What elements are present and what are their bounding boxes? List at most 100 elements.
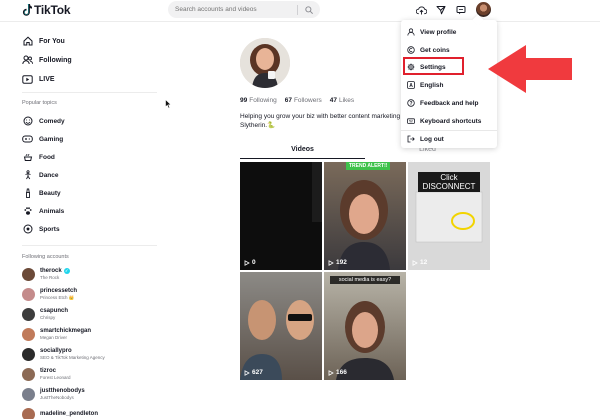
account-name: tizroc <box>40 368 57 374</box>
profile-stats: 99 Following 67 Followers 47 Likes <box>240 97 354 104</box>
avatar <box>22 287 35 301</box>
video-thumbnail-sidebar <box>312 162 322 222</box>
settings-highlight-box <box>403 57 464 75</box>
topic-beauty[interactable]: Beauty <box>22 187 61 199</box>
profile-avatar[interactable] <box>240 38 290 88</box>
video-thumbnail <box>336 301 394 380</box>
topic-label: Beauty <box>39 189 61 197</box>
video-views: 166 <box>328 369 347 376</box>
menu-item-label: English <box>420 81 444 89</box>
menu-item-language[interactable]: A English <box>407 79 443 91</box>
topic-animals[interactable]: Animals <box>22 205 64 217</box>
video-views: 0 <box>244 259 256 266</box>
view-count: 627 <box>252 369 263 376</box>
account-item-csapunch[interactable]: csapunch Chrispy <box>22 306 68 322</box>
profile-dropdown-menu: View profile Get coins Settings A Englis… <box>401 14 497 148</box>
account-name-row: therock ✓ <box>40 268 70 274</box>
followers-stat[interactable]: 67 Followers <box>285 97 322 104</box>
likes-count: 47 <box>329 97 337 104</box>
account-item-therock[interactable]: therock ✓ The Rock <box>22 266 70 282</box>
video-overlay-text: TREND ALERT!! <box>346 162 391 170</box>
likes-stat: 47 Likes <box>330 97 354 104</box>
video-thumbnail <box>338 180 390 270</box>
account-item-princessetch[interactable]: princessetch Princess Etch 👑 <box>22 286 77 302</box>
search-button[interactable] <box>298 1 320 18</box>
video-overlay-text: social media is easy? <box>330 276 400 284</box>
topic-food[interactable]: Food <box>22 151 55 163</box>
account-item-tizroc[interactable]: tizroc Forest Leonard <box>22 366 71 382</box>
svg-text:A: A <box>409 83 413 89</box>
account-item-justthenobodys[interactable]: justthenobodys JustTheNobodys <box>22 386 85 402</box>
search-input[interactable] <box>168 6 297 13</box>
bio-line: Slytherin.🐍 <box>240 122 276 129</box>
video-overlay-text: Click DISCONNECT <box>418 172 480 192</box>
video-views: 12 <box>412 259 427 266</box>
account-subtitle: Megan Driver <box>40 335 68 340</box>
menu-item-label: View profile <box>420 28 457 36</box>
menu-item-view-profile[interactable]: View profile <box>407 26 456 38</box>
nav-following[interactable]: Following <box>22 53 72 67</box>
account-name: princessetch <box>40 287 78 294</box>
following-stat[interactable]: 99 Following <box>240 97 277 104</box>
video-tile[interactable]: 0 <box>240 162 322 270</box>
following-count: 99 <box>240 97 248 104</box>
account-item-smartchickmegan[interactable]: smartchickmegan Megan Driver <box>22 326 91 342</box>
topic-comedy[interactable]: Comedy <box>22 115 65 127</box>
tab-videos[interactable]: Videos <box>240 146 365 153</box>
animals-icon <box>22 206 33 217</box>
following-label: Following <box>249 97 277 104</box>
video-tile[interactable]: social media is easy? 166 <box>324 272 406 380</box>
view-count: 166 <box>336 369 347 376</box>
topic-label: Gaming <box>39 135 64 143</box>
inbox-send-button[interactable] <box>434 3 448 17</box>
following-accounts-label: Following accounts <box>22 254 69 260</box>
search-icon <box>305 5 313 14</box>
account-name: smartchickmegan <box>40 328 92 334</box>
topic-dance[interactable]: Dance <box>22 169 59 181</box>
menu-item-keyboard-shortcuts[interactable]: Keyboard shortcuts <box>407 115 481 127</box>
play-icon <box>328 259 334 266</box>
food-icon <box>22 152 33 163</box>
play-icon <box>328 369 334 376</box>
dance-icon <box>22 170 33 181</box>
account-item-sociallypro[interactable]: sociallypro SEO & TikTok Marketing Agenc… <box>22 346 105 362</box>
video-tile[interactable]: 627 <box>240 272 322 380</box>
search-bar[interactable] <box>168 1 320 18</box>
coin-icon <box>407 46 415 54</box>
menu-item-log-out[interactable]: Log out <box>407 133 444 145</box>
tiktok-logo[interactable]: TikTok <box>22 3 71 17</box>
nav-label: LIVE <box>39 75 55 83</box>
topic-sports[interactable]: Sports <box>22 223 60 235</box>
topic-gaming[interactable]: Gaming <box>22 133 63 145</box>
account-name: madeline_pendleton <box>40 411 99 417</box>
video-tile[interactable]: Click DISCONNECT 12 <box>408 162 490 270</box>
user-icon <box>407 28 415 36</box>
account-name: sociallypro <box>40 348 72 354</box>
logout-icon <box>407 135 415 143</box>
menu-item-feedback-help[interactable]: ? Feedback and help <box>407 97 479 109</box>
play-icon <box>244 369 250 376</box>
upload-button[interactable] <box>414 3 428 17</box>
menu-item-get-coins[interactable]: Get coins <box>407 44 450 56</box>
profile-tabs: Videos Liked <box>240 146 490 160</box>
account-name: therock <box>40 268 62 274</box>
account-item-madeline-pendleton[interactable]: madeline_pendleton <box>22 406 98 419</box>
menu-item-label: Feedback and help <box>420 99 479 107</box>
nav-live[interactable]: LIVE <box>22 72 55 86</box>
sports-icon <box>22 224 33 235</box>
upload-icon <box>415 6 427 15</box>
messages-button[interactable] <box>454 3 468 17</box>
account-subtitle: Princess Etch 👑 <box>40 294 75 300</box>
top-header: TikTok <box>0 0 600 22</box>
view-count: 192 <box>336 259 347 266</box>
nav-for-you[interactable]: For You <box>22 34 65 48</box>
topic-label: Animals <box>39 207 65 215</box>
people-icon <box>22 55 33 66</box>
tiktok-logo-icon <box>22 4 32 16</box>
video-tile[interactable]: TREND ALERT!! 192 <box>324 162 406 270</box>
bio-line: Helping you grow your biz with better co… <box>240 113 400 120</box>
gaming-icon <box>22 134 33 145</box>
red-arrow-annotation-icon <box>488 45 572 93</box>
comedy-icon <box>22 116 33 127</box>
avatar <box>22 307 35 321</box>
